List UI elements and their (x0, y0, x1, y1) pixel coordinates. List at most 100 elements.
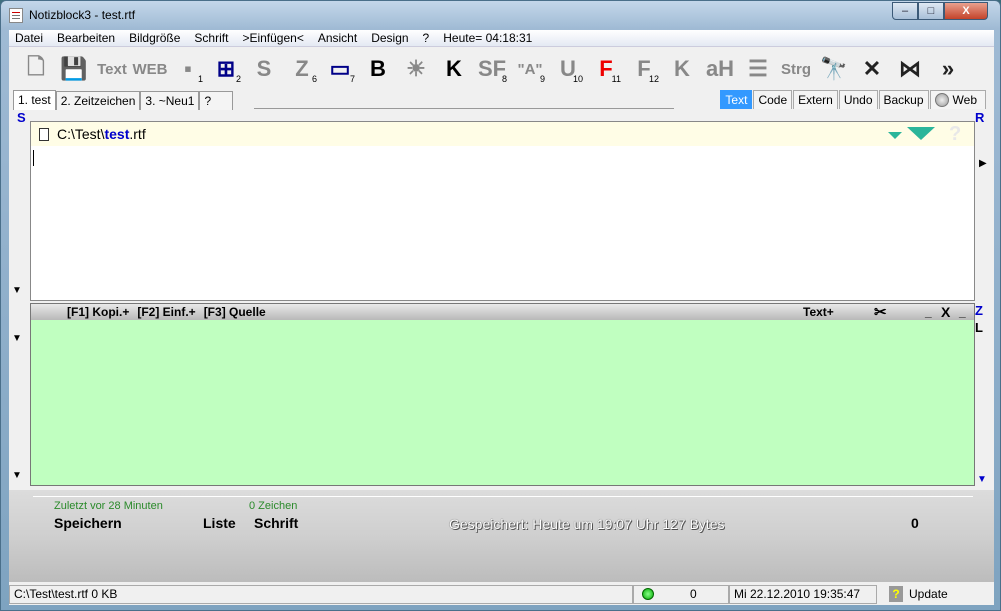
tab-extern[interactable]: Extern (793, 90, 838, 109)
last-saved-text: Zuletzt vor 28 Minuten (54, 500, 163, 512)
scissors-icon[interactable]: ✂ (874, 303, 887, 321)
insert-2-icon: ⊞ (216, 56, 236, 81)
k-button[interactable]: K (435, 52, 473, 86)
z-icon: Z (295, 56, 309, 81)
tab-undo[interactable]: Undo (838, 90, 878, 109)
file-path-header: C:\Test\test.rtf (31, 122, 974, 146)
font-button[interactable]: Schrift (254, 515, 298, 531)
shortcut-number: 7 (349, 74, 355, 84)
source-button[interactable]: [F3] Quelle (204, 305, 266, 319)
save-button[interactable]: 💾 (55, 52, 93, 86)
clip-minimize-button[interactable]: _ (925, 305, 932, 319)
clip-minimize-button-2[interactable]: _ (959, 305, 966, 319)
help-icon[interactable]: ? (949, 123, 961, 146)
window-icon: ▭ (329, 56, 351, 81)
side-label-r: R (975, 110, 985, 125)
tab-label: Text (725, 93, 748, 107)
file-path: C:\Test\test.rtf (57, 126, 146, 142)
scroll-down-arrow-icon[interactable]: ▼ (977, 474, 987, 485)
merge-icon: ⋈ (899, 56, 921, 81)
mode-tabs: Text Code Extern Undo Backup Web (719, 90, 986, 109)
paste-button[interactable]: [F2] Einf.+ (137, 305, 195, 319)
lamp-icon: ☀ (406, 56, 426, 81)
list-button[interactable]: Liste (203, 515, 236, 531)
ah-button[interactable]: aH (701, 52, 739, 86)
minimize-button[interactable]: – (892, 2, 918, 20)
text-editor[interactable]: C:\Test\test.rtf ? (30, 121, 975, 301)
document-icon (39, 127, 49, 141)
cut-button[interactable]: ✕ (853, 52, 891, 86)
tab-backup[interactable]: Backup (878, 90, 929, 109)
tab-2[interactable]: 2. Zeitzeichen (55, 91, 141, 110)
big-down-triangle-icon[interactable] (907, 127, 935, 140)
path-prefix: C:\Test\ (57, 126, 105, 142)
tab-label: Backup (883, 93, 924, 107)
font-red-button[interactable]: F 11 (587, 52, 625, 86)
insert-1-button[interactable]: ▪ 1 (169, 52, 207, 86)
text-icon: Text (97, 60, 127, 78)
web-gear-icon (934, 93, 949, 107)
shortcut-number: 10 (572, 74, 583, 84)
update-button[interactable]: ? Update (877, 585, 994, 604)
web-icon: WEB (132, 60, 168, 78)
text-plus-button[interactable]: Text+ (803, 305, 834, 319)
align-button[interactable]: ☰ (739, 52, 777, 86)
strg-button[interactable]: Strg (777, 52, 815, 86)
binoculars-button[interactable]: 🔭 (815, 52, 853, 86)
ah-icon: aH (705, 56, 735, 81)
close-button[interactable]: X (944, 2, 988, 20)
strg-icon: Strg (781, 60, 811, 78)
tab-1[interactable]: 1. test (13, 90, 56, 110)
scroll-right-arrow-icon[interactable]: ▶ (979, 158, 987, 169)
tab-4[interactable]: ? (199, 91, 234, 110)
tab-text[interactable]: Text (720, 90, 753, 109)
collapse-clip-arrow-icon[interactable]: ▼ (12, 470, 22, 481)
copy-button[interactable]: [F1] Kopi.+ (67, 305, 129, 319)
menu-einfgen[interactable]: >Einfügen< (242, 31, 303, 45)
menu-design[interactable]: Design (371, 31, 408, 45)
sf-button[interactable]: SF 8 (473, 52, 511, 86)
web-button[interactable]: WEB (131, 52, 169, 86)
font-gray-button[interactable]: F 12 (625, 52, 663, 86)
underline-button[interactable]: U 10 (549, 52, 587, 86)
new-document-button[interactable]: 🗋 (17, 52, 55, 86)
menu-schrift[interactable]: Schrift (194, 31, 228, 45)
collapse-arrow-icon[interactable]: ▼ (12, 285, 22, 296)
small-down-triangle-icon[interactable] (888, 132, 902, 139)
insert-2-button[interactable]: ⊞ 2 (207, 52, 245, 86)
menu-bildgre[interactable]: Bildgröße (129, 31, 180, 45)
today-time: Heute= 04:18:31 (443, 31, 533, 45)
tab-label: Extern (798, 93, 833, 107)
merge-button[interactable]: ⋈ (891, 52, 929, 86)
divider (254, 108, 674, 109)
shortcut-number: 6 (311, 74, 317, 84)
bold-button[interactable]: B (359, 52, 397, 86)
menu-help[interactable]: ? (423, 31, 430, 45)
window-button[interactable]: ▭ 7 (321, 52, 359, 86)
client-area: Datei Bearbeiten Bildgröße Schrift >Einfügen… (9, 30, 994, 605)
tab-label: Code (758, 93, 788, 107)
text-button[interactable]: Text (93, 52, 131, 86)
menu-ansicht[interactable]: Ansicht (318, 31, 357, 45)
italic-button[interactable]: K (663, 52, 701, 86)
quote-button[interactable]: "A" 9 (511, 52, 549, 86)
tab-3[interactable]: 3. ~Neu1 (140, 91, 200, 110)
path-name: test (104, 126, 130, 142)
save-button[interactable]: Speichern (54, 515, 122, 531)
menu-datei[interactable]: Datei (15, 31, 43, 45)
tab-code[interactable]: Code (753, 90, 793, 109)
menu-bar: Datei Bearbeiten Bildgröße Schrift >Einfügen… (9, 30, 994, 47)
more-button[interactable]: » (929, 52, 967, 86)
lamp-button[interactable]: ☀ (397, 52, 435, 86)
z-button[interactable]: Z6 (283, 52, 321, 86)
expand-arrow-icon[interactable]: ▼ (12, 333, 22, 344)
menu-bearbeiten[interactable]: Bearbeiten (57, 31, 115, 45)
divider (33, 496, 973, 497)
bold-icon: B (370, 56, 386, 81)
tab-web[interactable]: Web (929, 90, 986, 109)
clipboard-panel[interactable]: [F1] Kopi.+ [F2] Einf.+ [F3] Quelle Text… (30, 303, 975, 486)
status-file: C:\Test\test.rtf 0 KB (9, 584, 633, 604)
maximize-button[interactable]: □ (918, 2, 944, 20)
s-button[interactable]: S (245, 52, 283, 86)
clip-close-button[interactable]: X (941, 304, 950, 320)
